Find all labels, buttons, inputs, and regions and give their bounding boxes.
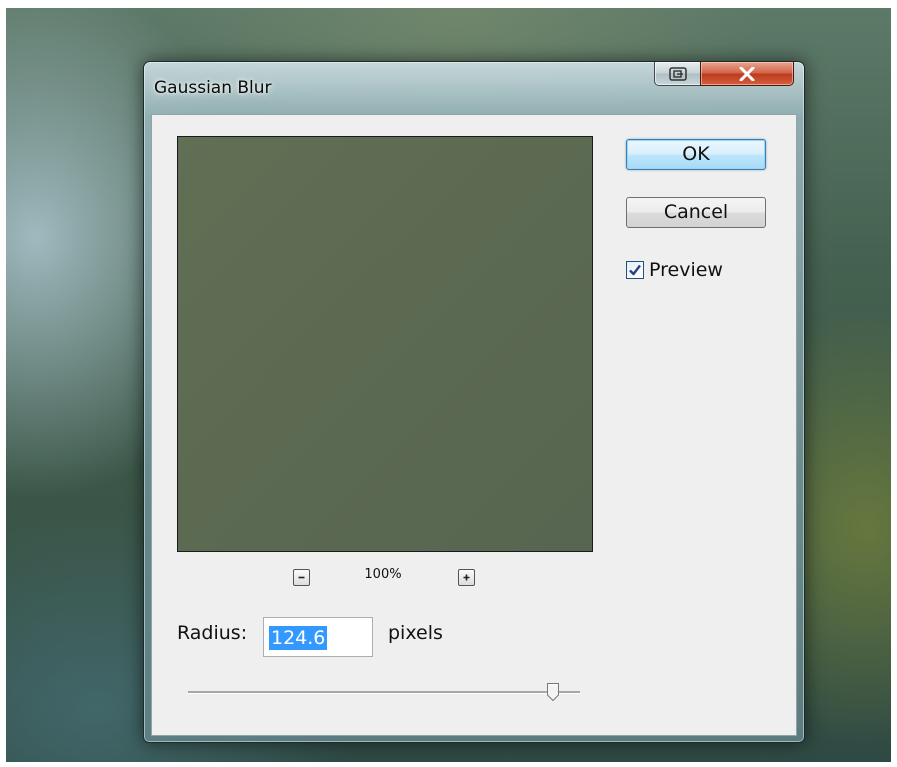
- close-x-icon: [739, 66, 755, 81]
- minus-icon: [298, 576, 305, 579]
- dialog-body: 100% OK Cancel Preview Radius: 124.6 pix…: [151, 114, 797, 736]
- radius-slider-thumb[interactable]: [546, 682, 560, 702]
- blur-preview[interactable]: [177, 136, 593, 552]
- dialog-title: Gaussian Blur: [154, 78, 272, 98]
- zoom-in-button[interactable]: [458, 569, 475, 586]
- help-context-icon: [669, 66, 687, 81]
- ok-button[interactable]: OK: [626, 139, 766, 170]
- help-button[interactable]: [654, 62, 702, 86]
- zoom-out-button[interactable]: [293, 569, 310, 586]
- cancel-button[interactable]: Cancel: [626, 197, 766, 228]
- preview-label: Preview: [649, 259, 723, 281]
- zoom-level: 100%: [364, 567, 402, 582]
- pixels-unit-label: pixels: [388, 622, 443, 644]
- radius-slider-track[interactable]: [188, 691, 580, 694]
- gaussian-blur-dialog: Gaussian Blur 100% OK Cancel Preview Rad…: [143, 61, 805, 743]
- preview-toggle[interactable]: Preview: [626, 258, 723, 282]
- radius-input[interactable]: [263, 617, 373, 657]
- plus-icon: [463, 574, 470, 581]
- radius-label: Radius:: [177, 622, 248, 644]
- close-button[interactable]: [700, 62, 794, 86]
- title-bar[interactable]: Gaussian Blur: [144, 62, 804, 114]
- preview-checkbox[interactable]: [626, 261, 644, 279]
- checkmark-icon: [629, 264, 641, 276]
